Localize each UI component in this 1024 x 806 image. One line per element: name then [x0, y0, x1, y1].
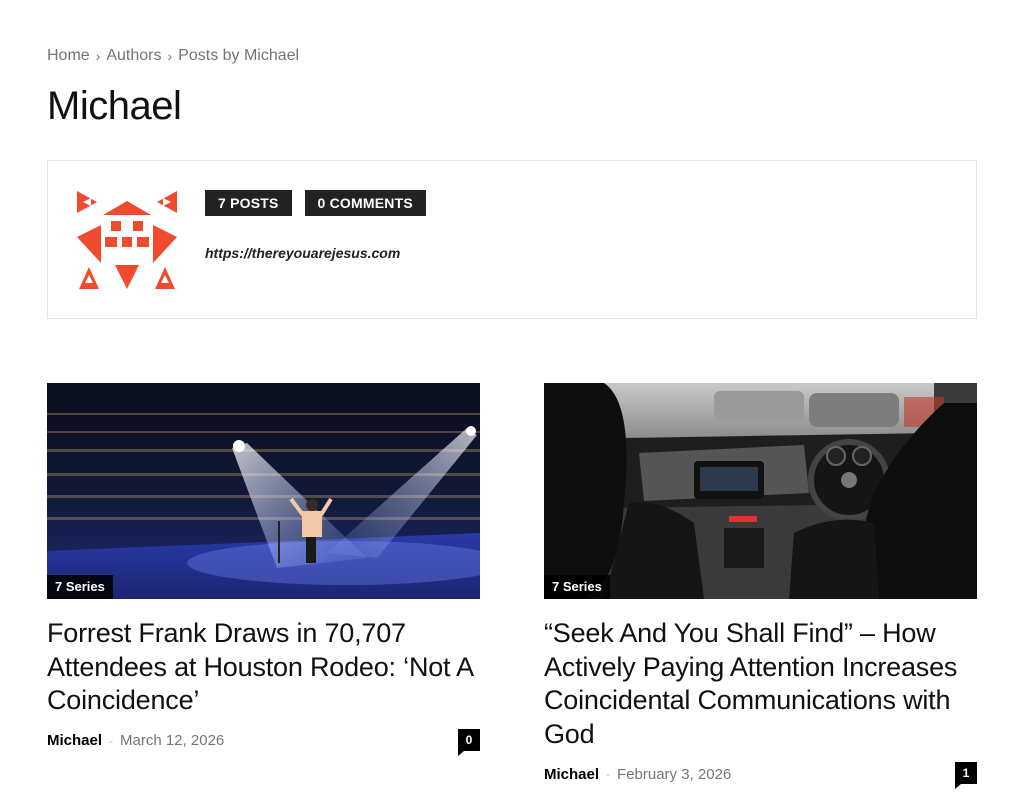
breadcrumb-separator: ›	[167, 48, 173, 64]
car-interior-image	[544, 383, 977, 599]
meta-separator: -	[109, 733, 114, 748]
post-meta: Michael - March 12, 2026 0	[47, 728, 480, 756]
post-author-link[interactable]: Michael	[544, 766, 599, 783]
post-thumbnail-car-interior[interactable]: 7 Series	[544, 383, 977, 599]
meta-separator: -	[606, 767, 611, 781]
post-card: 7 Series Forrest Frank Draws in 70,707 A…	[47, 383, 480, 756]
identicon-avatar-icon	[77, 191, 177, 289]
concert-stage-image	[47, 383, 480, 599]
category-tag[interactable]: 7 Series	[47, 575, 113, 599]
breadcrumb-separator: ›	[95, 48, 101, 64]
author-box: 7 POSTS 0 COMMENTS https://thereyouareje…	[47, 160, 977, 319]
post-date: March 12, 2026	[120, 732, 225, 749]
author-stats: 7 POSTS 0 COMMENTS	[205, 190, 426, 216]
breadcrumb-authors-link[interactable]: Authors	[106, 47, 161, 65]
post-meta: Michael - February 3, 2026 1	[544, 761, 977, 789]
author-website-link[interactable]: https://thereyouarejesus.com	[205, 245, 400, 261]
category-tag[interactable]: 7 Series	[544, 575, 610, 599]
page-title: Michael	[47, 84, 182, 128]
author-avatar	[75, 187, 179, 291]
comment-count-bubble[interactable]: 1	[955, 762, 977, 789]
post-thumbnail-concert[interactable]: 7 Series	[47, 383, 480, 599]
post-author-link[interactable]: Michael	[47, 732, 102, 749]
post-title[interactable]: “Seek And You Shall Find” – How Actively…	[544, 617, 977, 751]
comments-count-badge: 0 COMMENTS	[304, 190, 426, 216]
post-title[interactable]: Forrest Frank Draws in 70,707 Attendees …	[47, 617, 480, 718]
posts-count-badge: 7 POSTS	[205, 190, 292, 216]
post-date: February 3, 2026	[617, 765, 732, 783]
breadcrumb-current: Posts by Michael	[178, 47, 300, 64]
breadcrumb: Home › Authors › Posts by Michael	[47, 47, 299, 65]
post-card: 7 Series “Seek And You Shall Find” – How…	[544, 383, 977, 789]
breadcrumb-home-link[interactable]: Home	[47, 47, 90, 65]
comment-count-bubble[interactable]: 0	[458, 728, 480, 756]
